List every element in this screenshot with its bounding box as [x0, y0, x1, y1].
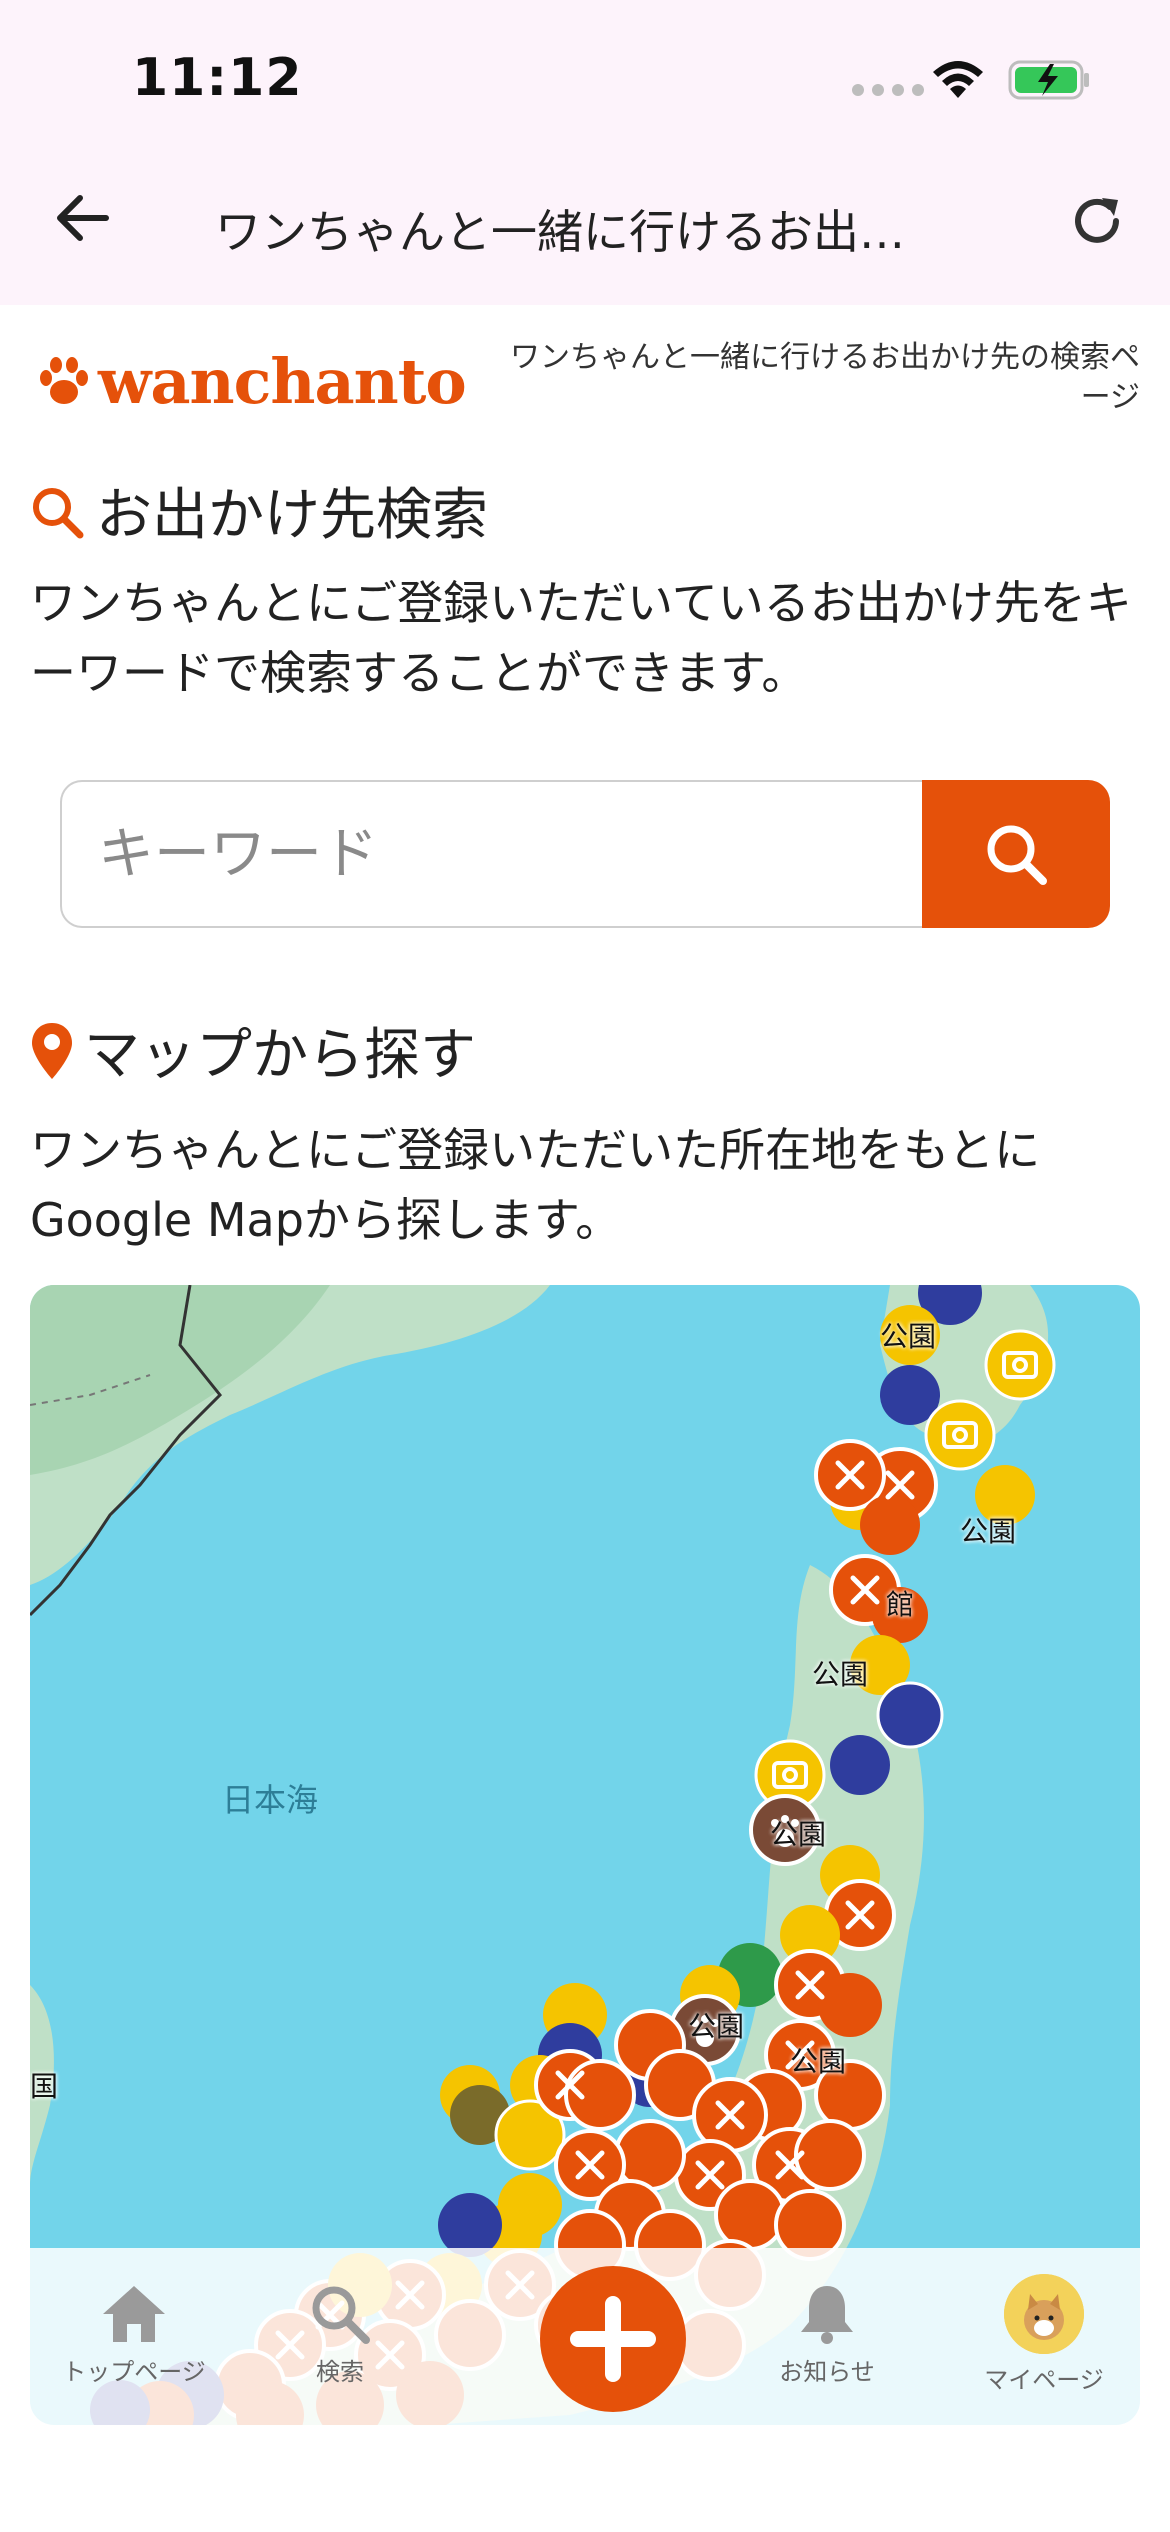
- tab-home-label: トップページ: [62, 2358, 206, 2386]
- map-section-title: マップから探す: [30, 1010, 476, 1091]
- browser-header: 11:12 ワンちゃんと一緒に行けるお出…: [0, 0, 1170, 305]
- status-time: 11:12: [132, 48, 303, 108]
- wanchanto-logo[interactable]: wanchanto: [36, 345, 467, 418]
- back-arrow-icon[interactable]: [52, 190, 112, 250]
- dog-avatar-icon: [1004, 2274, 1084, 2354]
- search-section-title: お出かけ先検索: [30, 470, 488, 551]
- search-icon: [987, 825, 1047, 885]
- map-pin-icon: [30, 1021, 74, 1081]
- wifi-icon: [930, 58, 986, 106]
- map-section-title-text: マップから探す: [84, 1023, 476, 1088]
- reload-icon[interactable]: [1068, 192, 1126, 254]
- marker-label: 公園: [880, 1320, 937, 1353]
- tab-notifications[interactable]: お知らせ: [737, 2282, 917, 2387]
- bottom-tab-bar: トップページ 検索 お知らせ マイページ: [30, 2248, 1140, 2426]
- add-post-button[interactable]: [540, 2266, 686, 2412]
- search-section-title-text: お出かけ先検索: [96, 483, 488, 548]
- tab-mypage[interactable]: マイページ: [954, 2274, 1134, 2395]
- search-section-description: ワンちゃんとにご登録いただいているお出かけ先をキーワードで検索することができます…: [30, 576, 1132, 700]
- battery-charging-icon: [1008, 58, 1092, 106]
- avatar: [1004, 2274, 1084, 2354]
- page-title: ワンちゃんと一緒に行けるお出…: [215, 205, 905, 259]
- home-icon: [103, 2286, 165, 2342]
- tab-search-label: 検索: [316, 2358, 364, 2386]
- marker-label: 国: [30, 2070, 59, 2103]
- search-button[interactable]: [922, 780, 1110, 928]
- marker-label: 公園: [770, 1818, 827, 1851]
- keyword-search-input[interactable]: [62, 782, 922, 926]
- tab-search[interactable]: 検索: [250, 2282, 430, 2387]
- plus-icon: [570, 2296, 656, 2382]
- search-icon: [312, 2286, 370, 2344]
- header-tagline: ワンちゃんと一緒に行けるお出かけ先の検索ページ: [510, 340, 1140, 415]
- bell-icon: [801, 2286, 853, 2344]
- map-section-description: ワンちゃんとにご登録いただいた所在地をもとにGoogle Mapから探します。: [30, 1123, 1041, 1247]
- logo-text: wanchanto: [98, 345, 467, 418]
- paw-icon: [40, 356, 88, 404]
- marker-label: 公園: [812, 1658, 869, 1691]
- tab-mypage-label: マイページ: [984, 2366, 1104, 2394]
- marker-label: 公園: [960, 1515, 1017, 1548]
- tab-home[interactable]: トップページ: [44, 2282, 224, 2387]
- search-icon: [30, 481, 86, 541]
- sea-label: 日本海: [222, 1781, 319, 1819]
- marker-label: 公園: [790, 2045, 847, 2078]
- keyword-search-field[interactable]: [60, 780, 922, 928]
- marker-label: 館: [886, 1588, 915, 1621]
- cellular-signal-icon: [852, 84, 924, 96]
- marker-label: 公園: [688, 2010, 745, 2043]
- tab-notifications-label: お知らせ: [779, 2358, 875, 2386]
